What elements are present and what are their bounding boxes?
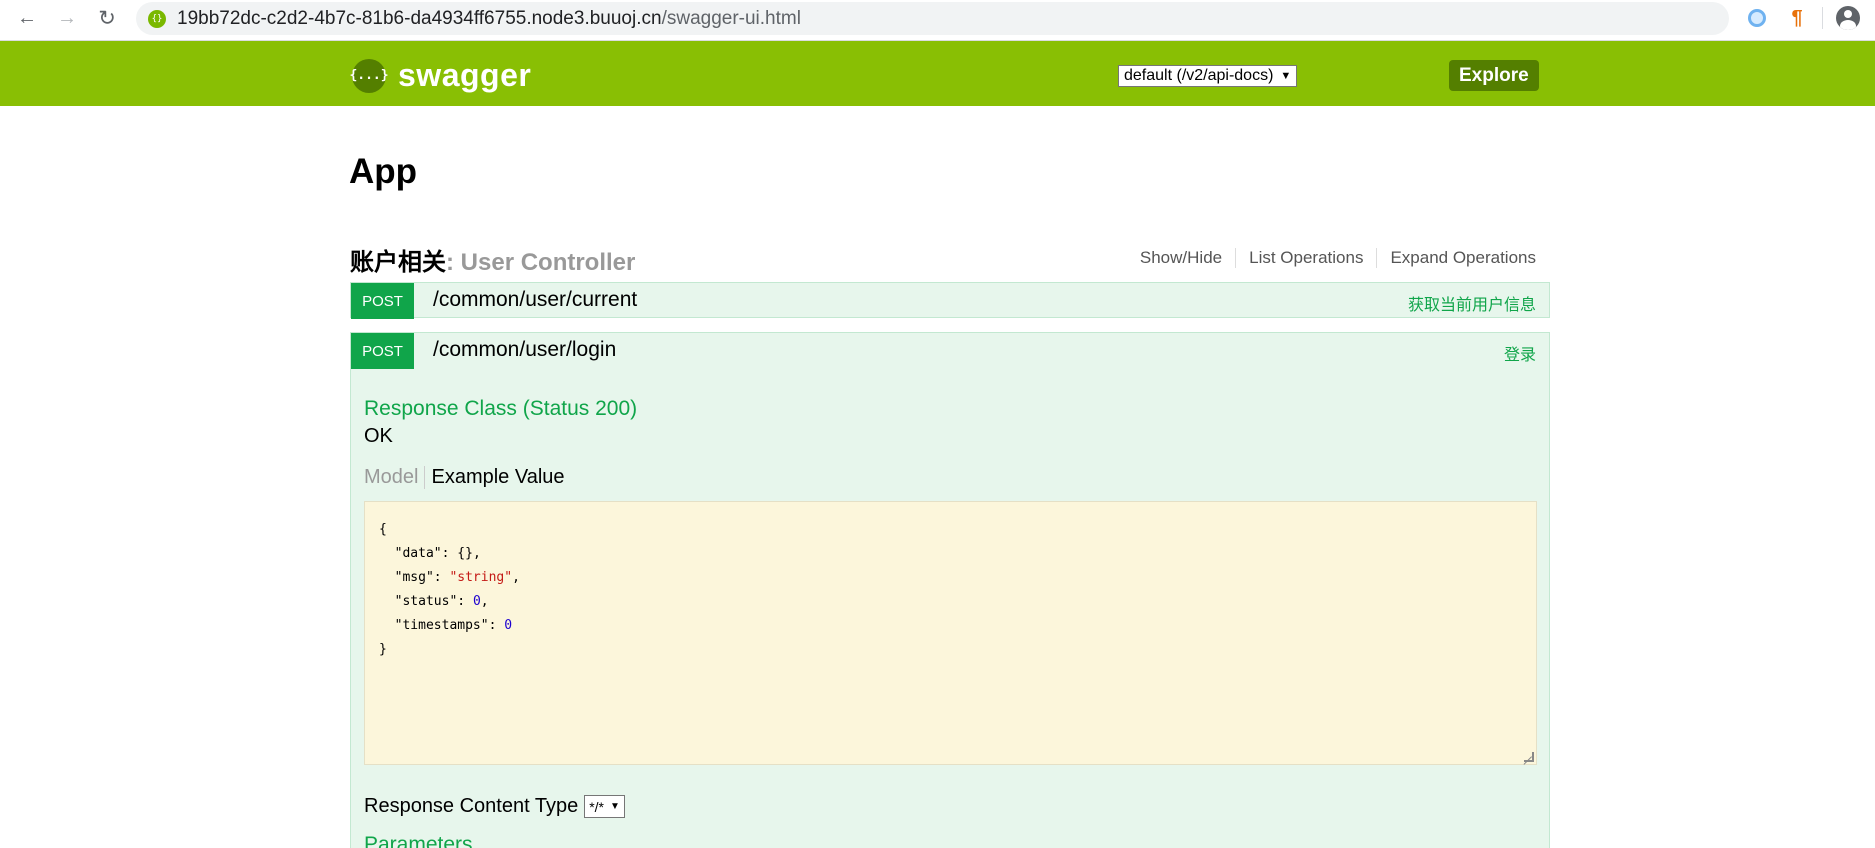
- operation-path[interactable]: /common/user/current: [433, 288, 637, 312]
- extension-pilcrow-icon[interactable]: ¶: [1784, 5, 1810, 31]
- response-content-type-select[interactable]: */* ▼: [584, 795, 625, 818]
- dropdown-caret-icon: ▼: [1280, 70, 1292, 82]
- api-spec-select[interactable]: default (/v2/api-docs) ▼: [1118, 65, 1298, 87]
- swagger-logo[interactable]: {...} swagger: [349, 57, 532, 94]
- expand-operations-link[interactable]: Expand Operations: [1377, 248, 1536, 268]
- response-status-text: OK: [364, 425, 393, 447]
- resource-title-cn: 账户相关: [350, 249, 446, 276]
- operation-summary[interactable]: 登录: [1504, 341, 1536, 365]
- operation-heading[interactable]: POST /common/user/current 获取当前用户信息: [351, 283, 1549, 319]
- response-content-type-value: */*: [589, 798, 605, 815]
- response-content-type: Response Content Type */* ▼: [364, 795, 625, 818]
- list-operations-link[interactable]: List Operations: [1236, 248, 1378, 268]
- parameters-heading: Parameters: [364, 833, 473, 848]
- browser-toolbar: ← → ↻ {} 19bb72dc-c2d2-4b7c-81b6-da4934f…: [0, 0, 1875, 41]
- tab-model[interactable]: Model: [364, 466, 426, 489]
- operation-login: POST /common/user/login 登录 Response Clas…: [350, 332, 1550, 848]
- show-hide-link[interactable]: Show/Hide: [1127, 248, 1237, 268]
- url-text[interactable]: 19bb72dc-c2d2-4b7c-81b6-da4934ff6755.nod…: [177, 8, 801, 30]
- swagger-logo-icon: {...}: [349, 58, 389, 93]
- explore-button[interactable]: Explore: [1449, 60, 1539, 91]
- example-json-code: { "data": {}, "msg": "string", "status":…: [379, 522, 520, 657]
- response-content-type-label: Response Content Type: [364, 795, 579, 817]
- reload-icon[interactable]: ↻: [93, 4, 121, 32]
- site-favicon-icon: {}: [148, 9, 166, 28]
- example-value-box[interactable]: { "data": {}, "msg": "string", "status":…: [364, 501, 1537, 765]
- operation-summary[interactable]: 获取当前用户信息: [1408, 291, 1536, 315]
- toolbar-divider: [1822, 7, 1823, 29]
- extension-circle-icon[interactable]: [1744, 5, 1770, 31]
- http-method-badge: POST: [351, 333, 414, 369]
- http-method-badge: POST: [351, 283, 414, 319]
- operation-path[interactable]: /common/user/login: [433, 338, 616, 362]
- resize-grip-icon[interactable]: [1524, 752, 1534, 762]
- address-bar[interactable]: {} 19bb72dc-c2d2-4b7c-81b6-da4934ff6755.…: [136, 2, 1729, 35]
- swagger-logo-text: swagger: [398, 57, 532, 93]
- resource-title-sub: : User Controller: [446, 249, 636, 276]
- operation-current-user: POST /common/user/current 获取当前用户信息: [350, 282, 1550, 319]
- response-class-heading: Response Class (Status 200): [364, 397, 638, 420]
- model-tabs: Model Example Value: [364, 466, 565, 489]
- tab-example-value[interactable]: Example Value: [425, 466, 564, 489]
- back-arrow-icon[interactable]: ←: [13, 4, 41, 32]
- url-path: /swagger-ui.html: [661, 7, 801, 29]
- url-host: 19bb72dc-c2d2-4b7c-81b6-da4934ff6755.nod…: [177, 7, 662, 29]
- dropdown-caret-icon: ▼: [610, 801, 620, 812]
- api-spec-select-value: default (/v2/api-docs): [1124, 67, 1274, 84]
- resource-actions: Show/Hide List Operations Expand Operati…: [1127, 248, 1536, 268]
- swagger-header: {...} swagger default (/v2/api-docs) ▼ E…: [0, 41, 1875, 106]
- forward-arrow-icon[interactable]: →: [53, 4, 81, 32]
- resource-title[interactable]: 账户相关: User Controller: [350, 242, 635, 277]
- resource-section-header: 账户相关: User Controller Show/Hide List Ope…: [350, 242, 1550, 276]
- operation-heading[interactable]: POST /common/user/login 登录: [351, 333, 1549, 369]
- page-title: App: [349, 152, 418, 191]
- profile-avatar-icon[interactable]: [1835, 5, 1861, 31]
